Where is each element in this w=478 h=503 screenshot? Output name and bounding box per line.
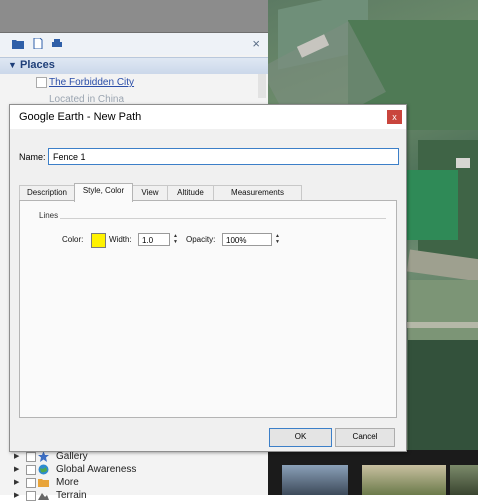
opacity-input[interactable]: 100% [222, 233, 272, 246]
name-field[interactable] [48, 148, 399, 165]
map-road [403, 322, 478, 328]
map-field [408, 280, 478, 340]
lines-group-label: Lines [39, 211, 59, 220]
expand-icon[interactable]: ▶ [14, 491, 19, 499]
dialog-titlebar[interactable]: Google Earth - New Path x [10, 105, 406, 129]
name-label: Name: [19, 152, 46, 162]
thumbnail[interactable] [362, 465, 446, 495]
folder-icon [38, 479, 49, 487]
close-icon[interactable]: × [252, 36, 260, 51]
tree-item-label: More [56, 477, 79, 488]
width-stepper[interactable]: ▲ ▼ [171, 233, 180, 246]
terrain-icon [38, 493, 49, 500]
tab-style-color[interactable]: Style, Color [74, 183, 133, 202]
checkbox[interactable] [26, 465, 36, 475]
tab-measurements[interactable]: Measurements [213, 185, 302, 201]
opacity-stepper[interactable]: ▲ ▼ [273, 233, 282, 246]
places-toolbar: × [0, 33, 268, 55]
globe-icon [38, 464, 49, 475]
place-checkbox[interactable] [36, 77, 47, 88]
expand-icon[interactable]: ▶ [14, 452, 19, 460]
scrollbar[interactable] [258, 74, 266, 98]
places-header[interactable]: ▼ Places [0, 57, 268, 74]
place-link[interactable]: The Forbidden City [49, 77, 134, 88]
tab-description[interactable]: Description [19, 185, 75, 201]
checkbox[interactable] [26, 491, 36, 501]
places-header-label: Places [20, 59, 55, 71]
tree-item-label: Gallery [56, 451, 88, 462]
document-icon[interactable] [32, 38, 44, 49]
tour-thumbnails [268, 450, 478, 495]
new-path-dialog: Google Earth - New Path x Name: Descript… [9, 104, 407, 452]
search-panel-collapsed [0, 0, 268, 33]
style-color-pane: Lines Color: Width: 1.0 ▲ ▼ Opacity: 100%… [19, 200, 397, 418]
dialog-title: Google Earth - New Path [19, 111, 142, 123]
width-input[interactable]: 1.0 [138, 233, 170, 246]
color-swatch-button[interactable] [91, 233, 106, 248]
color-label: Color: [62, 235, 84, 244]
checkbox[interactable] [26, 478, 36, 488]
group-divider [60, 218, 386, 219]
ok-button[interactable]: OK [269, 428, 332, 447]
tab-view[interactable]: View [132, 185, 168, 201]
opacity-label: Opacity: [186, 235, 216, 244]
folder-icon[interactable] [12, 38, 24, 49]
gallery-icon [38, 451, 49, 462]
close-button[interactable]: x [387, 110, 402, 124]
print-icon[interactable] [51, 38, 63, 49]
map-building [456, 158, 470, 168]
thumbnail[interactable] [450, 465, 478, 495]
expand-icon[interactable]: ▶ [14, 465, 19, 473]
tree-item-label: Global Awareness [56, 464, 137, 475]
cancel-button[interactable]: Cancel [335, 428, 395, 447]
tree-item-label: Terrain [56, 490, 87, 501]
thumbnail[interactable] [282, 465, 348, 495]
chevron-down-icon: ▼ [8, 60, 17, 70]
tree-cluster [408, 340, 478, 450]
map-field [398, 170, 458, 240]
width-label: Width: [109, 235, 132, 244]
checkbox[interactable] [26, 452, 36, 462]
tab-altitude[interactable]: Altitude [167, 185, 214, 201]
expand-icon[interactable]: ▶ [14, 478, 19, 486]
